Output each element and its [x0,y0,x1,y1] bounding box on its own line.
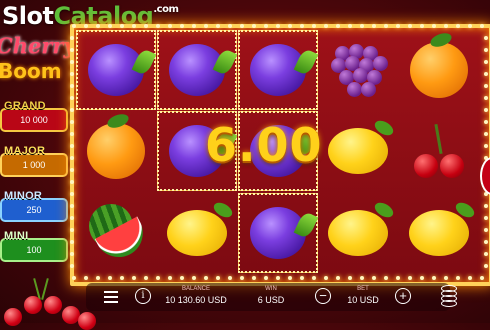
lemon-symbol [166,209,227,256]
watermark-part-1: Slot [2,2,54,30]
bet-decrease-button[interactable]: − [315,288,331,304]
jackpot-minor-value: 250 [26,205,42,215]
watermelon-symbol [85,202,152,266]
plum-symbol [168,44,225,96]
cherry-pile-decoration [0,276,96,330]
balance-value: 10 130.60 USD [165,295,227,305]
lemon-symbol [328,128,389,175]
menu-icon[interactable] [104,291,118,306]
reel-cell [399,193,479,273]
win-value: 6 USD [257,295,285,305]
bet-label: BET [357,286,369,292]
plum-symbol [88,44,144,96]
balance-label: BALANCE [181,286,210,292]
reel-cell [237,30,318,110]
jackpot-mini-name: MINI [4,230,29,242]
jackpot-grand-name: GRAND [4,100,46,112]
reel-cell [318,30,398,110]
jackpot-minor: MINOR 250 [0,190,68,222]
reel-cell [399,111,479,191]
reel-cell [156,30,237,110]
game-logo: Cherry Boom [0,33,76,87]
jackpot-mini-value: 100 [26,245,42,255]
reel-cell [318,193,398,273]
game-logo-line-2: Boom [0,59,62,83]
jackpot-major-value: 1 000 [22,160,46,170]
coins-icon[interactable] [441,285,457,307]
jackpot-grand: GRAND 10 000 [0,100,68,132]
win-label: WIN [265,286,277,292]
jackpot-grand-value: 10 000 [20,115,48,125]
watermark-part-3: .com [153,4,179,15]
plum-symbol [249,44,306,96]
jackpot-major: MAJOR 1 000 [0,145,68,177]
win-amount-overlay: 6.00 [205,118,323,172]
info-icon[interactable]: i [135,288,151,304]
reel-cell [76,193,156,273]
cherry-symbol [412,124,466,179]
bet-increase-button[interactable]: + [395,288,411,304]
orange-symbol [410,42,469,98]
reel-cell [76,111,156,191]
bet-value: 10 USD [347,295,379,305]
jackpot-mini: MINI 100 [0,230,68,262]
orange-symbol [87,123,145,180]
reel-cell [318,111,398,191]
lemon-symbol [409,209,470,256]
reel-cell [399,30,479,110]
reel-cell [237,192,318,273]
game-logo-line-1: Cherry [0,33,76,58]
jackpot-minor-name: MINOR [4,190,43,202]
plum-symbol [249,206,306,259]
jackpot-major-name: MAJOR [4,145,46,157]
reel-cell [157,193,237,273]
reel-cell [76,30,156,110]
grapes-symbol [329,42,389,98]
lemon-symbol [328,209,389,256]
